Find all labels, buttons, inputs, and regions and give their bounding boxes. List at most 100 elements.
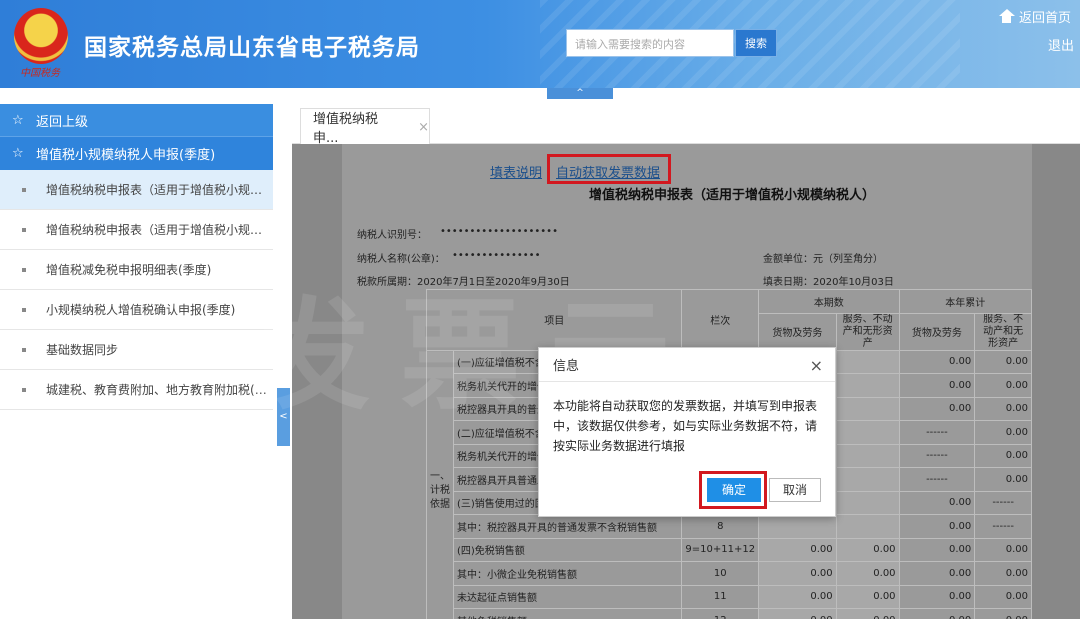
close-icon[interactable]: × (418, 120, 429, 135)
logout-link[interactable]: 退出 (1048, 35, 1074, 54)
sidebar-item-confirm-declaration[interactable]: 小规模纳税人增值税确认申报(季度) (0, 290, 273, 330)
row-value-cell[interactable]: ------ (898, 420, 976, 445)
row-value-cell[interactable] (835, 373, 900, 398)
table-row: 其他免税销售额120.000.000.000.00 (427, 608, 1032, 619)
taxpayer-id-value: •••••••••••••••••••• (440, 226, 558, 237)
tax-period: 税款所属期：2020年7月1日至2020年9月30日 (357, 277, 570, 288)
row-value-cell[interactable]: 0.00 (974, 443, 1032, 468)
header-goods: 货物及劳务 (898, 312, 976, 351)
row-value-cell[interactable] (835, 467, 900, 492)
sidebar-group-header[interactable]: ☆ 增值税小规模纳税人申报(季度) (0, 136, 273, 170)
table-row: 其中：小微企业免税销售额 10 0.00 0.00 0.00 0.00 (427, 561, 1032, 586)
row-value-cell[interactable]: 0.00 (758, 537, 837, 562)
row-value-cell[interactable]: 0.00 (974, 467, 1032, 492)
row-item: 未达起征点销售额 (452, 584, 683, 609)
bullet-icon (22, 387, 26, 392)
close-icon[interactable]: × (810, 356, 823, 375)
cancel-button[interactable]: 取消 (769, 478, 821, 502)
row-item: (四)免税销售额 (452, 537, 683, 562)
bullet-icon (22, 267, 26, 272)
sidebar-item-label: 增值税减免税申报明细表(季度) (46, 263, 212, 277)
home-icon (998, 9, 1015, 24)
row-value-cell[interactable]: 0.00 (974, 537, 1032, 562)
row-value-cell[interactable]: ------ (898, 443, 976, 468)
sidebar-item-surcharge[interactable]: 城建税、教育费附加、地方教育附加税(费)申报 (0, 370, 273, 410)
row-value-cell[interactable]: 0.00 (835, 608, 900, 619)
row-value-cell[interactable] (835, 349, 900, 374)
row-value-cell[interactable]: 0.00 (898, 608, 976, 619)
row-value-cell[interactable] (835, 396, 900, 421)
bullet-icon (22, 307, 26, 312)
row-value-cell[interactable]: 0.00 (898, 561, 976, 586)
row-value-cell[interactable]: 0.00 (974, 396, 1032, 421)
row-value-cell[interactable]: 0.00 (758, 561, 837, 586)
row-value-cell[interactable]: 0.00 (835, 561, 900, 586)
tab-label: 增值税纳税申... (313, 112, 379, 146)
header-goods: 货物及劳务 (758, 312, 837, 351)
amount-unit: 金额单位：元（列至角分） (763, 254, 883, 265)
row-value-cell[interactable]: 0.00 (758, 608, 837, 619)
row-value-cell[interactable]: 0.00 (758, 584, 837, 609)
fill-instructions-link[interactable]: 填表说明 (490, 162, 542, 181)
tab-bar: 增值税纳税申... × (292, 104, 1080, 146)
row-value-cell[interactable]: 0.00 (898, 514, 976, 539)
table-row: (四)免税销售额 9=10+11+12 0.00 0.00 0.00 0.00 (427, 537, 1032, 562)
sidebar-item-vat-return[interactable]: 增值税纳税申报表（适用于增值税小规模纳税人） (0, 170, 273, 210)
row-value-cell[interactable]: 0.00 (898, 537, 976, 562)
row-value-cell[interactable]: 0.00 (974, 608, 1032, 619)
row-value-cell[interactable]: 0.00 (974, 373, 1032, 398)
home-link-label: 返回首页 (1019, 11, 1072, 26)
top-header: 中国税务 国家税务总局山东省电子税务局 请输入需要搜索的内容 搜索 返回首页 退… (0, 0, 1080, 88)
sidebar-item-label: 小规模纳税人增值税确认申报(季度) (46, 303, 236, 317)
tab-vat-return[interactable]: 增值税纳税申... × (300, 108, 430, 146)
row-value-cell[interactable]: 0.00 (835, 584, 900, 609)
taxpayer-id-label: 纳税人识别号： (357, 230, 427, 241)
sidebar-collapse-toggle[interactable]: < (277, 388, 290, 446)
header-collapse-toggle[interactable]: ^ (547, 88, 613, 99)
table-row: 未达起征点销售额 11 0.00 0.00 0.00 0.00 (427, 584, 1032, 609)
info-dialog: 信息 × 本功能将自动获取您的发票数据，并填写到申报表中，该数据仅供参考，如与实… (538, 347, 836, 517)
row-value-cell[interactable] (835, 443, 900, 468)
row-value-cell[interactable]: ------ (898, 467, 976, 492)
row-value-cell[interactable]: 0.00 (974, 420, 1032, 445)
sidebar-item-data-sync[interactable]: 基础数据同步 (0, 330, 273, 370)
row-value-cell[interactable]: 0.00 (974, 584, 1032, 609)
row-value-cell[interactable] (835, 514, 900, 539)
row-value-cell[interactable]: 0.00 (974, 561, 1032, 586)
side-label: 一、计税依据 (426, 349, 454, 619)
star-icon: ☆ (12, 112, 24, 128)
star-icon: ☆ (12, 146, 24, 161)
row-line: 9=10+11+12 (681, 537, 760, 562)
sidebar-item-exemption-detail[interactable]: 增值税减免税申报明细表(季度) (0, 250, 273, 290)
row-value-cell[interactable]: 0.00 (898, 373, 976, 398)
row-value-cell[interactable]: 0.00 (898, 490, 976, 515)
row-value-cell[interactable]: ------ (974, 514, 1032, 539)
form-title: 增值税纳税申报表（适用于增值税小规模纳税人） (589, 188, 876, 203)
tax-emblem-logo (14, 8, 68, 64)
row-value-cell[interactable]: 0.00 (974, 349, 1032, 374)
confirm-button[interactable]: 确定 (707, 478, 761, 502)
row-value-cell[interactable] (758, 514, 837, 539)
sidebar-back[interactable]: ☆ 返回上级 (0, 104, 273, 136)
header-services: 服务、不动产和无形资产 (974, 312, 1032, 351)
sidebar-item-label: 增值税纳税申报表（适用于增值税小规模纳税人） (46, 183, 271, 197)
search-input[interactable]: 请输入需要搜索的内容 (566, 29, 734, 57)
sidebar-item-vat-attachment[interactable]: 增值税纳税申报表（适用于增值税小规模纳税人）附列资料 (0, 210, 273, 250)
row-value-cell[interactable] (835, 420, 900, 445)
row-item: 其他免税销售额 (452, 608, 683, 619)
bullet-icon (22, 187, 26, 192)
row-line: 8 (681, 514, 760, 539)
dialog-title: 信息 (539, 348, 835, 382)
search-button[interactable]: 搜索 (735, 29, 777, 57)
row-value-cell[interactable]: 0.00 (898, 396, 976, 421)
row-line: 10 (681, 561, 760, 586)
row-value-cell[interactable]: 0.00 (835, 537, 900, 562)
row-value-cell[interactable]: ------ (974, 490, 1032, 515)
taxpayer-name-value: ••••••••••••••• (452, 250, 541, 261)
taxpayer-name-label: 纳税人名称(公章)： (357, 254, 445, 265)
home-link[interactable]: 返回首页 (998, 7, 1071, 26)
site-title: 国家税务总局山东省电子税务局 (84, 35, 420, 61)
row-value-cell[interactable]: 0.00 (898, 584, 976, 609)
row-value-cell[interactable]: 0.00 (898, 349, 976, 374)
row-value-cell[interactable] (835, 490, 900, 515)
